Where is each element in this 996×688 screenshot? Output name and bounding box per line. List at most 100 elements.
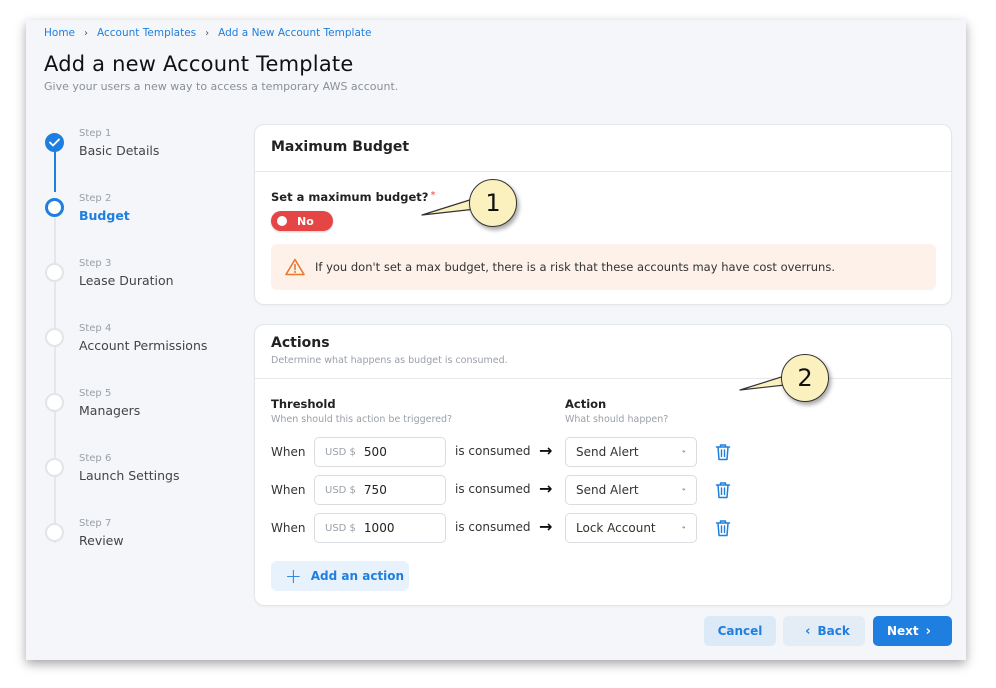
plus-icon: +	[285, 564, 302, 588]
step-account-permissions[interactable]: Step 4 Account Permissions	[44, 321, 244, 361]
back-label: Back	[817, 624, 850, 638]
actions-card: Actions Determine what happens as budget…	[254, 324, 952, 606]
card-description: Determine what happens as budget is cons…	[271, 355, 508, 366]
breadcrumb-home[interactable]: Home	[44, 27, 75, 39]
chevron-left-icon: ‹	[805, 623, 811, 639]
divider	[255, 171, 951, 172]
field-label-text: Set a maximum budget?	[271, 190, 429, 204]
when-label: When	[271, 483, 306, 497]
step-managers[interactable]: Step 5 Managers	[44, 386, 244, 426]
arrow-right-icon: →	[539, 441, 553, 460]
currency-prefix: USD $	[325, 522, 356, 534]
step-launch-settings[interactable]: Step 6 Launch Settings	[44, 451, 244, 491]
threshold-amount-input[interactable]: USD $ 500	[314, 437, 446, 467]
current-step-indicator	[45, 198, 64, 217]
back-button[interactable]: ‹ Back	[783, 616, 865, 646]
step-basic-details[interactable]: Step 1 Basic Details	[44, 126, 244, 166]
breadcrumb-separator: ›	[205, 27, 210, 39]
step-label: Review	[79, 533, 124, 548]
add-action-button[interactable]: + Add an action	[271, 561, 409, 591]
step-number: Step 5	[79, 388, 112, 399]
action-row: When USD $ 750 is consumed → Send Alert …	[271, 475, 951, 505]
trash-icon[interactable]	[715, 519, 731, 537]
step-lease-duration[interactable]: Step 3 Lease Duration	[44, 256, 244, 296]
step-label: Budget	[79, 208, 130, 223]
breadcrumb-account-templates[interactable]: Account Templates	[97, 27, 196, 39]
step-label: Lease Duration	[79, 273, 174, 288]
action-row: When USD $ 500 is consumed → Send Alert …	[271, 437, 951, 467]
threshold-subheader: When should this action be triggered?	[271, 414, 453, 425]
chevron-updown-icon: ‸ ˇ	[681, 519, 687, 537]
cancel-button[interactable]: Cancel	[704, 616, 776, 646]
step-budget[interactable]: Step 2 Budget	[44, 191, 244, 231]
currency-prefix: USD $	[325, 484, 356, 496]
arrow-right-icon: →	[539, 479, 553, 498]
warning-icon	[285, 258, 305, 276]
check-icon	[45, 133, 64, 152]
next-label: Next	[886, 624, 919, 638]
step-indicator	[45, 328, 64, 347]
arrow-right-icon: →	[539, 517, 553, 536]
amount-value: 1000	[363, 521, 395, 535]
step-label: Account Permissions	[79, 338, 208, 353]
card-title: Maximum Budget	[271, 139, 410, 155]
action-subheader: What should happen?	[565, 414, 669, 425]
step-number: Step 3	[79, 258, 112, 269]
step-label: Basic Details	[79, 143, 160, 158]
breadcrumb-separator: ›	[84, 27, 89, 39]
chevron-updown-icon: ‸ ˇ	[681, 443, 687, 461]
action-header: Action	[565, 397, 607, 411]
divider	[255, 378, 951, 379]
step-number: Step 4	[79, 323, 112, 334]
cancel-label: Cancel	[717, 624, 763, 638]
step-indicator	[45, 263, 64, 282]
chevron-updown-icon: ‸ ˇ	[681, 481, 687, 499]
budget-warning-banner: If you don't set a max budget, there is …	[271, 244, 936, 290]
select-value: Send Alert	[576, 483, 639, 497]
select-value: Lock Account	[576, 521, 656, 535]
breadcrumb-current[interactable]: Add a New Account Template	[218, 27, 371, 39]
action-select[interactable]: Lock Account ‸ ˇ	[565, 513, 697, 543]
step-number: Step 6	[79, 453, 112, 464]
breadcrumb: Home › Account Templates › Add a New Acc…	[44, 27, 371, 39]
currency-prefix: USD $	[325, 446, 356, 458]
action-select[interactable]: Send Alert ‸ ˇ	[565, 437, 697, 467]
next-button[interactable]: Next ›	[873, 616, 952, 646]
threshold-header: Threshold	[271, 397, 336, 411]
threshold-amount-input[interactable]: USD $ 750	[314, 475, 446, 505]
warning-text: If you don't set a max budget, there is …	[315, 260, 835, 274]
select-value: Send Alert	[576, 445, 639, 459]
action-row: When USD $ 1000 is consumed → Lock Accou…	[271, 513, 951, 543]
callout-badge-1: 1	[469, 179, 517, 227]
callout-badge-2: 2	[781, 354, 829, 402]
step-indicator	[45, 458, 64, 477]
threshold-amount-input[interactable]: USD $ 1000	[314, 513, 446, 543]
toggle-label: No	[297, 214, 314, 228]
consumed-label: is consumed	[455, 482, 531, 496]
consumed-label: is consumed	[455, 520, 531, 534]
trash-icon[interactable]	[715, 443, 731, 461]
amount-value: 500	[363, 445, 387, 459]
step-label: Launch Settings	[79, 468, 180, 483]
step-review[interactable]: Step 7 Review	[44, 516, 244, 556]
chevron-right-icon: ›	[925, 623, 932, 639]
when-label: When	[271, 445, 306, 459]
max-budget-toggle[interactable]: No	[271, 211, 333, 231]
maximum-budget-card: Maximum Budget Set a maximum budget? * No…	[254, 124, 952, 305]
step-number: Step 7	[79, 518, 112, 529]
amount-value: 750	[363, 483, 387, 497]
card-title: Actions	[271, 335, 330, 351]
step-number: Step 1	[79, 128, 112, 139]
page-subtitle: Give your users a new way to access a te…	[44, 80, 399, 93]
when-label: When	[271, 521, 306, 535]
step-indicator	[45, 523, 64, 542]
step-number: Step 2	[79, 193, 112, 204]
step-indicator	[45, 393, 64, 412]
toggle-knob	[277, 216, 287, 226]
max-budget-question: Set a maximum budget? *	[271, 190, 435, 204]
step-label: Managers	[79, 403, 141, 418]
consumed-label: is consumed	[455, 444, 531, 458]
action-select[interactable]: Send Alert ‸ ˇ	[565, 475, 697, 505]
app-window: Home › Account Templates › Add a New Acc…	[26, 20, 966, 660]
trash-icon[interactable]	[715, 481, 731, 499]
